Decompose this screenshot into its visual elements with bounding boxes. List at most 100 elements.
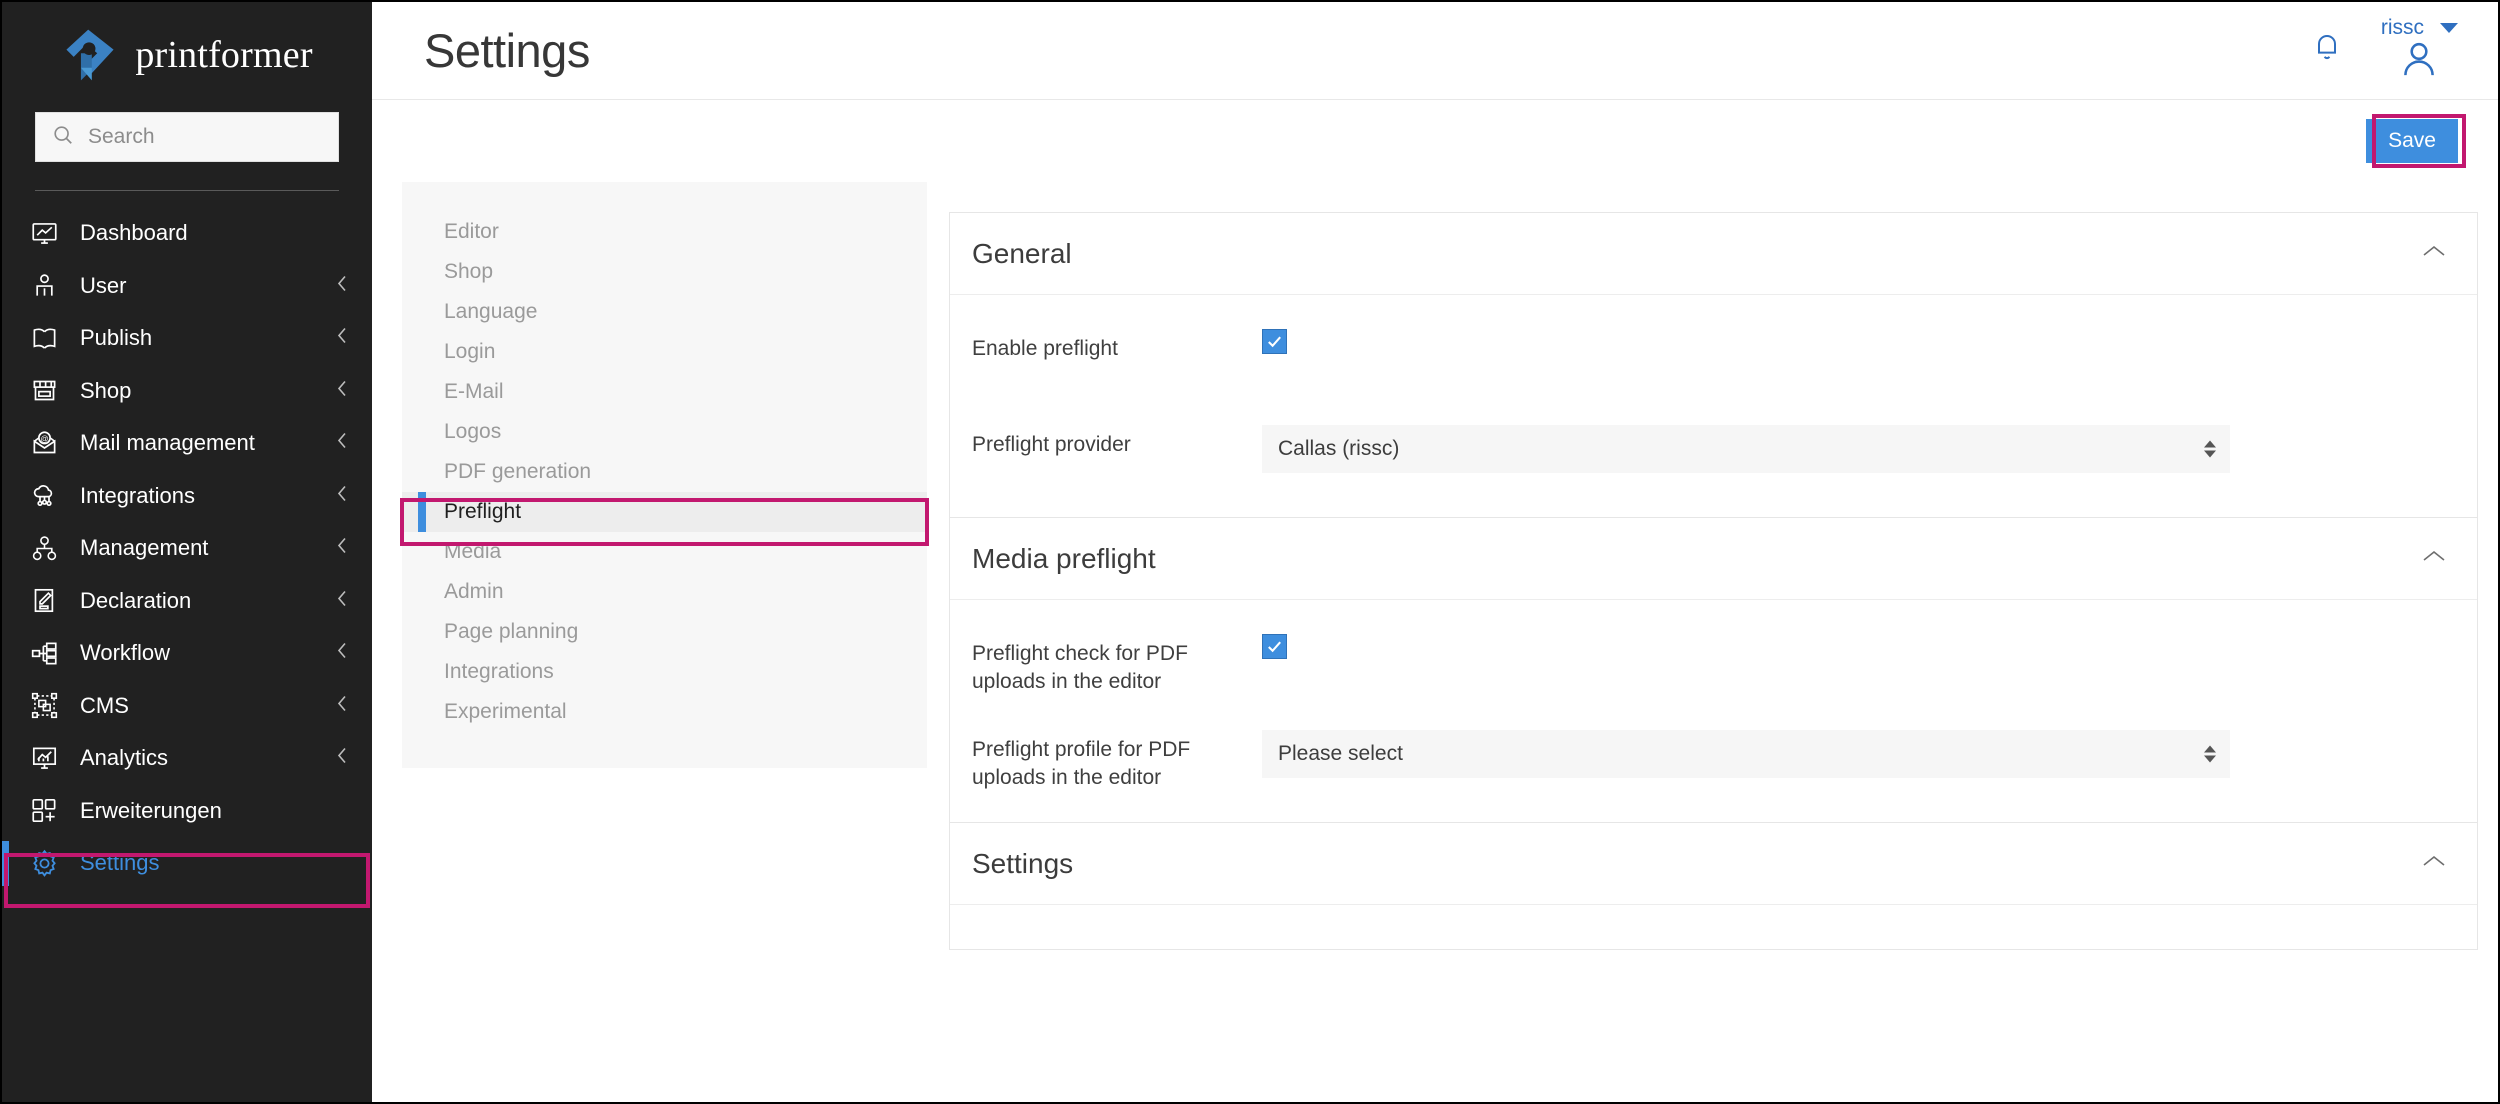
search-icon [52,124,74,151]
chevron-left-icon[interactable] [334,534,350,563]
sidebar-divider [35,190,339,191]
panel-title: Media preflight [972,542,1156,574]
subnav-item-pdf-generation[interactable]: PDF generation [402,452,927,492]
subnav-item-media[interactable]: Media [402,532,927,572]
action-bar: Save [372,100,2498,182]
panel-media-preflight-header[interactable]: Media preflight [950,518,2477,600]
subnav-item-label: Page planning [444,620,579,643]
chevron-left-icon[interactable] [334,744,350,773]
chevron-left-icon[interactable] [334,481,350,510]
chevron-left-icon[interactable] [334,271,350,300]
sidebar-item-erweiterungen[interactable]: Erweiterungen [2,785,372,838]
select-stepper-arrows-icon [2204,745,2216,763]
sidebar-item-publish[interactable]: Publish [2,312,372,365]
sidebar-item-label: Mail management [80,430,255,456]
brand-name: printformer [135,34,313,76]
field-control: Please select [1262,730,2455,778]
chevron-up-icon[interactable] [2421,853,2447,874]
chevron-up-icon[interactable] [2421,548,2447,569]
panel-settings-header[interactable]: Settings [950,823,2477,905]
user-menu[interactable]: rissc [2381,16,2458,81]
sidebar-item-cms[interactable]: CMS [2,680,372,733]
sidebar-item-dashboard[interactable]: Dashboard [2,207,372,260]
sidebar-nav: Dashboard User Publish Shop @ Mail manag… [2,199,372,890]
preflight-profile-select[interactable]: Please select [1262,730,2230,778]
monitor-chart-icon [24,220,64,247]
subnav-item-page-planning[interactable]: Page planning [402,612,927,652]
extensions-plus-icon [24,797,64,824]
search-input[interactable] [88,125,322,149]
sidebar-item-label: Publish [80,325,153,351]
panel-general: General Enable preflight Preflight provi… [949,212,2478,518]
sidebar-item-workflow[interactable]: Workflow [2,627,372,680]
subnav-item-admin[interactable]: Admin [402,572,927,612]
subnav-item-login[interactable]: Login [402,332,927,372]
sidebar-item-label: Analytics [80,745,169,771]
field-enable-preflight: Enable preflight [972,329,2455,391]
header-actions: rissc [2311,16,2458,85]
chevron-up-icon[interactable] [2421,243,2447,264]
preflight-check-uploads-checkbox[interactable] [1262,634,1287,659]
sidebar-item-management[interactable]: Management [2,522,372,575]
subnav-item-editor[interactable]: Editor [402,212,927,252]
chevron-left-icon[interactable] [334,324,350,353]
chevron-left-icon[interactable] [334,376,350,405]
chevron-left-icon[interactable] [334,586,350,615]
settings-subnav: Editor Shop Language Login E-Mail Logos [400,182,929,768]
select-value: Callas (rissc) [1278,437,1400,460]
mail-at-icon: @ [24,430,64,457]
enable-preflight-checkbox[interactable] [1262,329,1287,354]
field-control: Callas (rissc) [1262,425,2455,473]
chevron-left-icon[interactable] [334,691,350,720]
field-label: Preflight profile for PDF uploads in the… [972,738,1191,789]
select-value: Please select [1278,742,1403,765]
subnav-item-label: Logos [444,420,502,443]
sidebar-item-shop[interactable]: Shop [2,365,372,418]
chevron-down-icon[interactable] [2440,23,2458,33]
sidebar-item-integrations[interactable]: Integrations [2,470,372,523]
chevron-left-icon[interactable] [334,639,350,668]
subnav-item-shop[interactable]: Shop [402,252,927,292]
panel-media-preflight: Media preflight Preflight check for PDF … [949,518,2478,823]
user-avatar-icon[interactable] [2398,42,2440,81]
subnav-item-language[interactable]: Language [402,292,927,332]
sidebar-item-label: Integrations [80,482,195,508]
settings-panels: General Enable preflight Preflight provi… [949,182,2478,950]
sidebar-item-declaration[interactable]: Declaration [2,575,372,628]
panel-title: Settings [972,847,1074,879]
subnav-item-preflight[interactable]: Preflight [402,492,927,532]
sidebar-item-label: Erweiterungen [80,797,222,823]
search-box[interactable] [35,112,339,162]
active-indicator-bar [2,841,9,886]
field-label: Enable preflight [972,337,1118,360]
subnav-item-integrations[interactable]: Integrations [402,652,927,692]
brand-logo-area[interactable]: printformer [2,2,372,102]
bell-icon[interactable] [2311,30,2343,67]
field-preflight-check-uploads: Preflight check for PDF uploads in the e… [972,634,2455,696]
user-menu-row[interactable]: rissc [2381,16,2458,40]
cloud-nodes-icon [24,482,64,509]
sidebar-item-user[interactable]: User [2,260,372,313]
printformer-logo-icon [61,26,119,84]
subnav-item-email[interactable]: E-Mail [402,372,927,412]
subnav-item-logos[interactable]: Logos [402,412,927,452]
preflight-provider-select[interactable]: Callas (rissc) [1262,425,2230,473]
sidebar-item-analytics[interactable]: Analytics [2,732,372,785]
subnav-item-experimental[interactable]: Experimental [402,692,927,732]
gear-icon [24,849,64,878]
sidebar-item-mail-management[interactable]: @ Mail management [2,417,372,470]
sidebar-item-settings[interactable]: Settings [2,837,372,890]
subnav-item-label: Media [444,540,502,563]
chevron-left-icon[interactable] [334,429,350,458]
panel-general-header[interactable]: General [950,213,2477,295]
subnav-item-label: Admin [444,580,504,603]
subnav-item-label: Experimental [444,700,567,723]
panel-media-preflight-body: Preflight check for PDF uploads in the e… [950,600,2477,822]
sidebar-item-label: Dashboard [80,220,188,246]
layers-select-icon [24,692,64,719]
field-preflight-profile-uploads: Preflight profile for PDF uploads in the… [972,730,2455,792]
save-button[interactable]: Save [2366,119,2458,163]
sidebar-item-label: Management [80,535,209,561]
subnav-item-label: PDF generation [444,460,592,483]
field-preflight-provider: Preflight provider Callas (rissc) [972,425,2455,487]
